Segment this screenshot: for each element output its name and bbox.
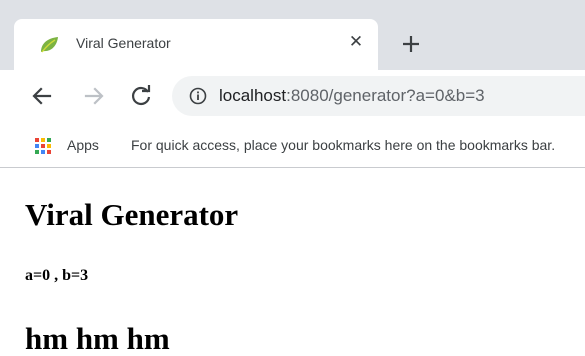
arrow-right-icon[interactable] (80, 82, 108, 110)
address-bar[interactable]: localhost:8080/generator?a=0&b=3 (172, 76, 585, 116)
leaf-icon (41, 37, 58, 53)
info-icon[interactable] (189, 87, 207, 105)
page-title: Viral Generator (25, 197, 239, 232)
url-host: localhost (219, 86, 287, 105)
params-text: a=0 , b=3 (25, 267, 89, 284)
bookmarks-hint: For quick access, place your bookmarks h… (131, 137, 556, 153)
url-text: localhost:8080/generator?a=0&b=3 (219, 86, 485, 106)
page-content: Viral Generator a=0 , b=3 hm hm hm (0, 169, 585, 356)
reload-icon[interactable] (127, 82, 155, 110)
tab-title: Viral Generator (76, 35, 171, 51)
apps-link[interactable]: Apps (67, 137, 99, 153)
browser-toolbar: localhost:8080/generator?a=0&b=3 (0, 70, 585, 124)
plus-icon[interactable] (397, 30, 425, 58)
active-tab[interactable]: Viral Generator ✕ (14, 19, 378, 70)
tab-close-button[interactable]: ✕ (344, 30, 368, 54)
bookmarks-bar: Apps For quick access, place your bookma… (0, 124, 585, 168)
url-rest: :8080/generator?a=0&b=3 (286, 86, 485, 105)
arrow-left-icon[interactable] (28, 82, 56, 110)
generated-message: hm hm hm (25, 321, 170, 356)
apps-grid-icon[interactable] (34, 137, 52, 155)
tab-strip: Viral Generator ✕ (0, 0, 585, 70)
